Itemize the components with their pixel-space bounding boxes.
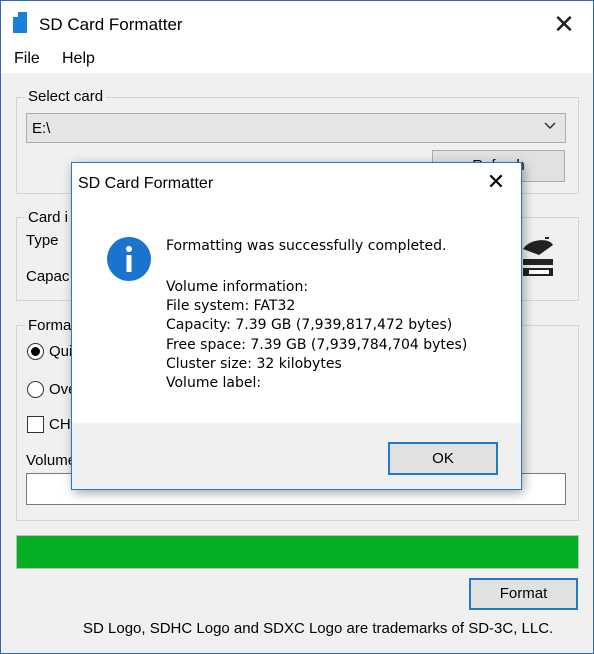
format-button[interactable]: Format: [469, 578, 578, 610]
dialog-title: SD Card Formatter: [78, 175, 214, 192]
capacity-line: Capacity: 7.39 GB (7,939,817,472 bytes): [166, 317, 453, 333]
format-options-label: Forma: [25, 317, 75, 334]
success-dialog: SD Card Formatter ✕ Formatting was succe…: [71, 162, 522, 490]
dialog-close-button[interactable]: ✕: [483, 169, 509, 195]
ok-button[interactable]: OK: [388, 442, 498, 475]
window-title: SD Card Formatter: [39, 15, 183, 34]
free-space-line: Free space: 7.39 GB (7,939,784,704 bytes…: [166, 337, 468, 353]
select-card-label: Select card: [25, 88, 107, 105]
dialog-message: Formatting was successfully completed.: [166, 238, 447, 254]
dialog-body: Formatting was successfully completed. V…: [72, 203, 521, 423]
card-select-value: E:\: [32, 120, 51, 137]
cluster-size-line: Cluster size: 32 kilobytes: [166, 356, 342, 372]
sd-logo-icon: [523, 237, 553, 276]
info-icon: [107, 237, 151, 281]
menu-help[interactable]: Help: [62, 50, 95, 68]
progress-bar: [16, 535, 579, 569]
close-button[interactable]: ✕: [549, 9, 579, 39]
volume-label-line: Volume label:: [166, 375, 262, 391]
quick-format-radio[interactable]: [27, 343, 44, 360]
chs-label: CH: [49, 416, 71, 433]
card-select[interactable]: E:\: [26, 113, 566, 143]
overwrite-format-radio[interactable]: [27, 381, 44, 398]
capacity-label: Capac: [26, 268, 70, 285]
menu-bar: File Help: [1, 47, 593, 73]
ok-button-label: OK: [432, 450, 454, 467]
card-info-label: Card i: [25, 209, 72, 226]
file-system-line: File system: FAT32: [166, 298, 296, 314]
type-label: Type: [26, 232, 59, 249]
chs-checkbox[interactable]: [27, 416, 44, 433]
quick-format-label: Qui: [49, 343, 73, 360]
volume-label-caption: Volume: [26, 452, 77, 469]
volume-info-heading: Volume information:: [166, 279, 309, 295]
title-bar: SD Card Formatter ✕: [1, 1, 593, 47]
dialog-title-bar: SD Card Formatter ✕: [72, 163, 521, 203]
menu-file[interactable]: File: [14, 50, 40, 68]
chevron-down-icon: [544, 122, 556, 130]
trademark-footer: SD Logo, SDHC Logo and SDXC Logo are tra…: [83, 620, 554, 637]
sd-card-icon: [13, 12, 27, 33]
